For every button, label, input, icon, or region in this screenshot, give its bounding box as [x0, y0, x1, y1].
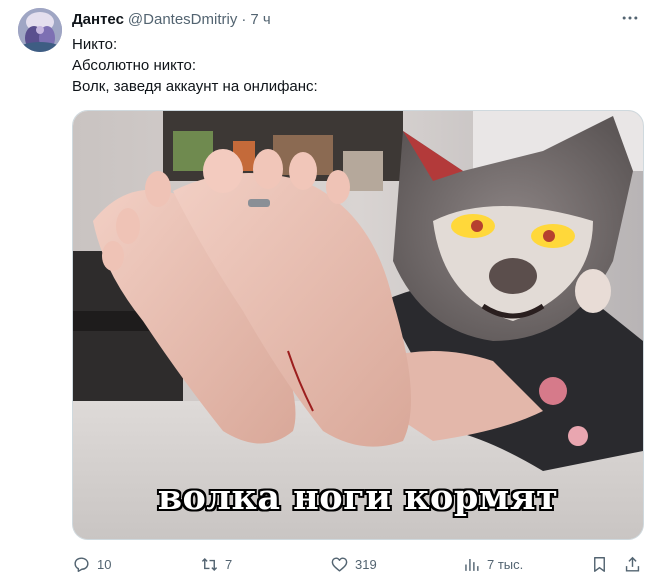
bookmark-button[interactable]	[590, 552, 609, 576]
retweet-icon	[201, 557, 218, 571]
tweet-header: Дантес @DantesDmitriy · 7 ч	[72, 9, 271, 29]
share-button[interactable]	[623, 552, 642, 576]
reply-count: 10	[97, 556, 112, 572]
retweet-button[interactable]: 7	[200, 552, 232, 576]
separator-dot: ·	[241, 10, 247, 28]
avatar[interactable]	[18, 8, 62, 52]
tweet-text: Никто: Абсолютно никто: Волк, заведя акк…	[72, 34, 318, 97]
reply-icon	[74, 556, 89, 572]
tweet-card: Дантес @DantesDmitriy · 7 ч Никто: Абсол…	[0, 0, 660, 584]
views-chart-icon	[465, 558, 479, 571]
heart-icon	[331, 556, 348, 572]
tweet-line: Никто:	[72, 36, 118, 53]
media-photo	[73, 111, 643, 539]
views-button[interactable]: 7 тыс.	[462, 552, 523, 576]
share-icon	[625, 556, 640, 572]
tweet-media-image[interactable]: волка ноги кормят	[72, 110, 644, 540]
bookmark-icon	[594, 556, 605, 572]
tweet-line: Абсолютно никто:	[72, 57, 197, 74]
views-count: 7 тыс.	[487, 556, 524, 572]
reply-button[interactable]: 10	[72, 552, 111, 576]
like-button[interactable]: 319	[330, 552, 377, 576]
author-name[interactable]: Дантес	[72, 11, 124, 28]
tweet-line: Волк, заведя аккаунт на онлифанс:	[72, 78, 318, 95]
retweet-count: 7	[225, 556, 233, 572]
media-caption: волка ноги кормят	[157, 476, 559, 519]
tweet-actions: 10 7 319 7 тыс.	[72, 552, 644, 576]
author-handle[interactable]: @DantesDmitriy	[128, 11, 237, 28]
more-dots-icon[interactable]	[618, 8, 642, 28]
like-count: 319	[355, 556, 377, 572]
tweet-time[interactable]: 7 ч	[250, 11, 270, 28]
